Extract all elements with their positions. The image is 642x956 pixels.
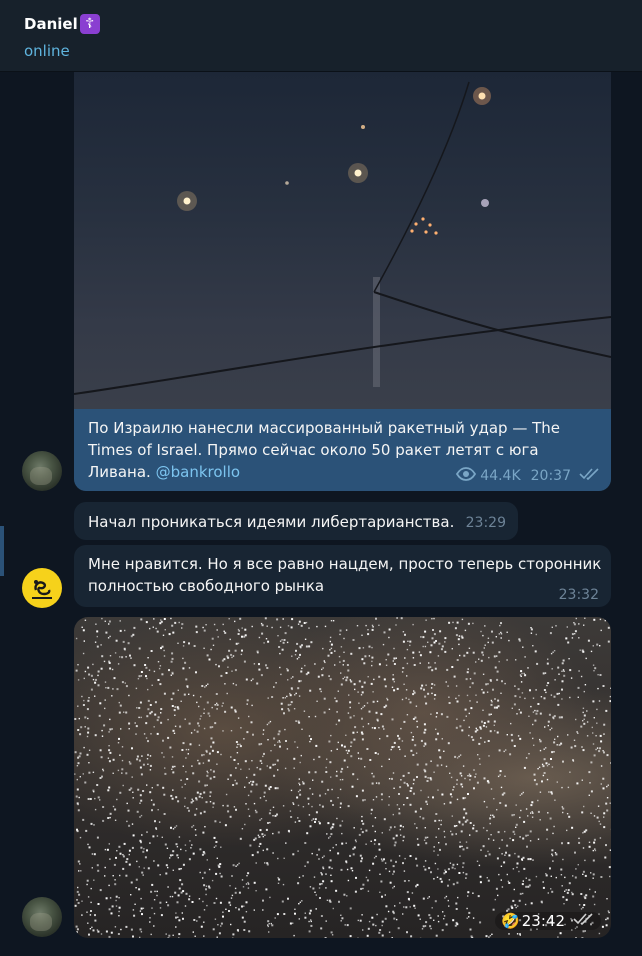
photo-message[interactable]: 🤣 23:42: [74, 617, 611, 938]
avatar[interactable]: [22, 568, 62, 608]
view-count: 44.4K: [480, 468, 521, 484]
message-bubble[interactable]: Начал проникаться идеями либертарианства…: [74, 502, 518, 540]
message-time: 23:42: [521, 912, 565, 930]
message-text: Начал проникаться идеями либертарианства…: [88, 513, 455, 531]
channel-link[interactable]: @bankrollo: [156, 463, 240, 481]
message-time: 23:32: [558, 587, 599, 603]
message-text: Мне нравится. Но я все равно нацдем, про…: [88, 555, 602, 595]
eye-icon: [456, 467, 477, 485]
contact-status: online: [24, 42, 70, 60]
scroll-indicator: [0, 526, 4, 576]
contact-name-row[interactable]: Daniel ☦: [24, 14, 100, 34]
photo-meta: 🤣 23:42: [495, 912, 601, 930]
contact-name[interactable]: Daniel: [24, 15, 78, 33]
avatar[interactable]: [22, 897, 62, 937]
spoiler-noise: [74, 617, 611, 938]
avatar[interactable]: [22, 451, 62, 491]
orthodox-cross-emoji-icon: ☦: [79, 14, 100, 34]
gadsden-snake-icon: [32, 580, 52, 599]
double-check-icon: [573, 912, 595, 930]
video-frame-art: [74, 81, 611, 395]
video-caption: По Израилю нанесли массированный ракетны…: [74, 409, 611, 491]
message-bubble[interactable]: Мне нравится. Но я все равно нацдем, про…: [74, 545, 611, 607]
message-time: 20:37: [530, 468, 571, 484]
video-preview[interactable]: [74, 72, 611, 409]
message-time: 23:29: [465, 515, 506, 531]
chat-window: Daniel ☦ online По Израилю нанесли масси…: [0, 0, 642, 956]
chat-header[interactable]: Daniel ☦ online: [0, 0, 642, 72]
video-message[interactable]: По Израилю нанесли массированный ракетны…: [74, 72, 611, 491]
reaction-emoji[interactable]: 🤣: [501, 912, 520, 930]
video-meta: 44.4K 20:37: [456, 467, 601, 485]
double-check-icon: [579, 467, 601, 485]
